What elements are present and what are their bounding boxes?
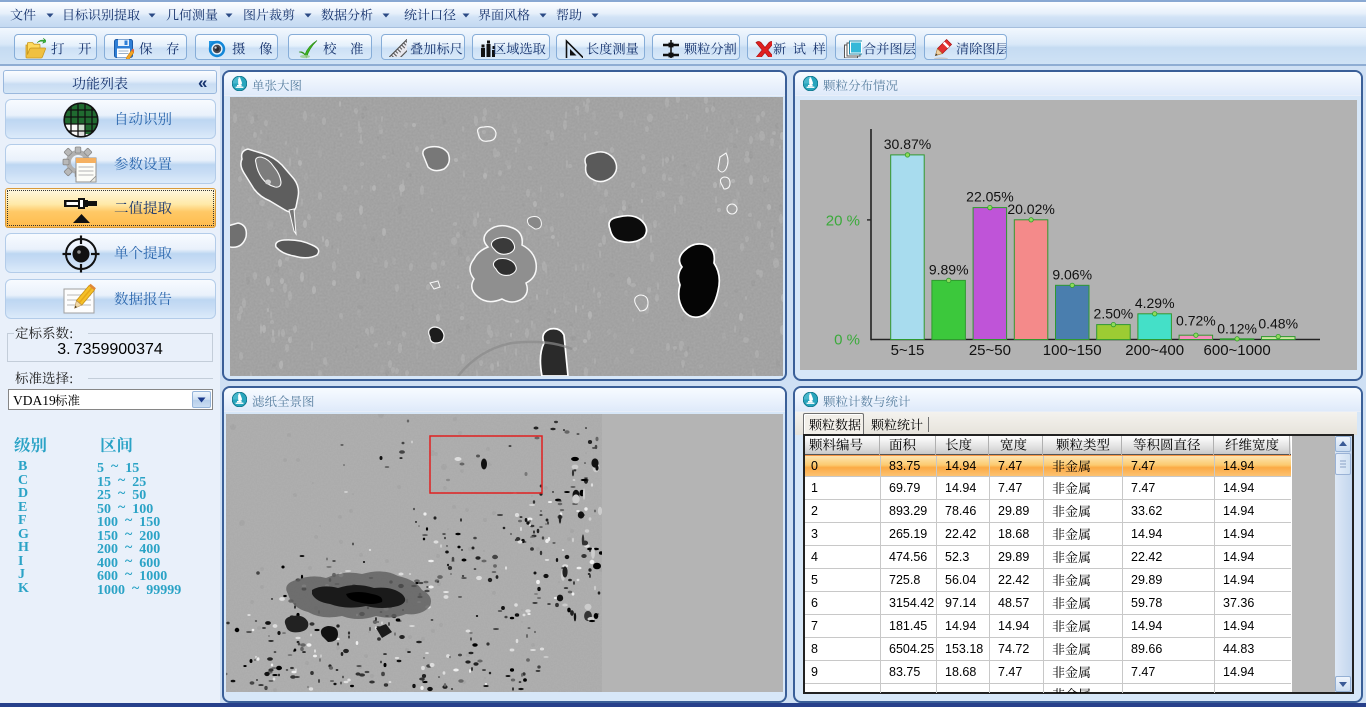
svg-text:0.12%: 0.12% — [1217, 320, 1257, 336]
svg-text:0.48%: 0.48% — [1258, 316, 1298, 332]
svg-text:20 %: 20 % — [826, 212, 860, 229]
svg-text:4.29%: 4.29% — [1135, 295, 1175, 311]
svg-text:2.50%: 2.50% — [1094, 306, 1134, 322]
svg-text:200~400: 200~400 — [1125, 342, 1184, 359]
svg-text:100~150: 100~150 — [1043, 342, 1102, 359]
svg-text:600~1000: 600~1000 — [1204, 342, 1271, 359]
svg-text:20.02%: 20.02% — [1007, 201, 1054, 217]
svg-text:9.06%: 9.06% — [1052, 266, 1092, 282]
svg-text:25~50: 25~50 — [969, 342, 1011, 359]
svg-text:9.89%: 9.89% — [929, 261, 969, 277]
svg-text:0.72%: 0.72% — [1176, 313, 1216, 329]
svg-text:0 %: 0 % — [834, 332, 860, 349]
svg-text:5~15: 5~15 — [891, 342, 925, 359]
svg-text:30.87%: 30.87% — [884, 136, 931, 152]
